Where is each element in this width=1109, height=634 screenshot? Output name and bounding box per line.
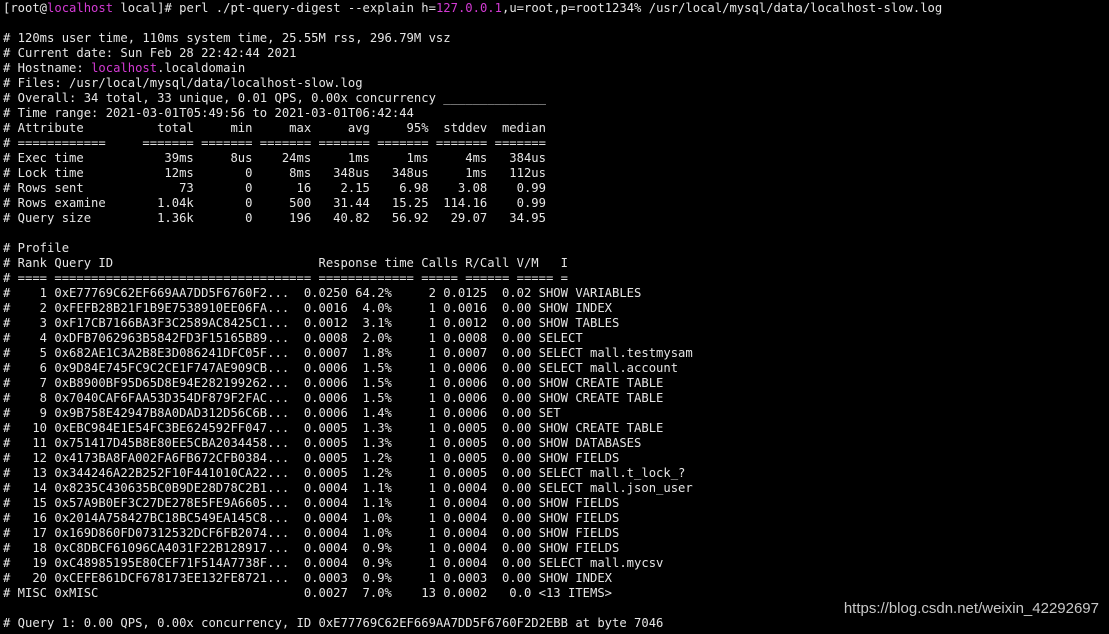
terminal-line: # 1 0xE77769C62EF669AA7DD5F6760F2... 0.0… <box>3 286 942 301</box>
line-text: # Rows examine 1.04k 0 500 31.44 15.25 1… <box>3 196 546 210</box>
terminal-output: [root@localhost local]# perl ./pt-query-… <box>3 1 942 631</box>
line-text: # 17 0x169D860FD07312532DCF6FB2074... 0.… <box>3 526 620 540</box>
terminal-line: # 19 0xC48985195E80CEF71F514A7738F... 0.… <box>3 556 942 571</box>
line-text: # 6 0x9D84E745FC9C2CE1F747AE909CB... 0.0… <box>3 361 679 375</box>
terminal-line: # 6 0x9D84E745FC9C2CE1F747AE909CB... 0.0… <box>3 361 942 376</box>
line-text: # Query 1: 0.00 QPS, 0.00x concurrency, … <box>3 616 664 630</box>
terminal-line: # 120ms user time, 110ms system time, 25… <box>3 31 942 46</box>
terminal-line: # 9 0x9B758E42947B8A0DAD312D56C6B... 0.0… <box>3 406 942 421</box>
terminal-line: # 17 0x169D860FD07312532DCF6FB2074... 0.… <box>3 526 942 541</box>
line-text: # Rows sent 73 0 16 2.15 6.98 3.08 0.99 <box>3 181 546 195</box>
line-text: # Lock time 12ms 0 8ms 348us 348us 1ms 1… <box>3 166 546 180</box>
line-text: ,u=root,p=root1234% /usr/local/mysql/dat… <box>501 1 943 15</box>
line-text: # 18 0xC8DBCF61096CA4031F22B128917... 0.… <box>3 541 620 555</box>
line-text: # Overall: 34 total, 33 unique, 0.01 QPS… <box>3 91 546 105</box>
line-text: # Hostname: <box>3 61 92 75</box>
terminal-line: # 15 0x57A9B0EF3C27DE278E5FE9A6605... 0.… <box>3 496 942 511</box>
terminal-line: # 5 0x682AE1C3A2B8E3D086241DFC05F... 0.0… <box>3 346 942 361</box>
terminal-line: # Rows examine 1.04k 0 500 31.44 15.25 1… <box>3 196 942 211</box>
line-text: # Attribute total min max avg 95% stddev… <box>3 121 546 135</box>
line-text: # 120ms user time, 110ms system time, 25… <box>3 31 451 45</box>
line-text: # Exec time 39ms 8us 24ms 1ms 1ms 4ms 38… <box>3 151 546 165</box>
terminal-line: # MISC 0xMISC 0.0027 7.0% 13 0.0002 0.0 … <box>3 586 942 601</box>
line-text: # MISC 0xMISC 0.0027 7.0% 13 0.0002 0.0 … <box>3 586 613 600</box>
terminal-line: # 3 0xF17CB7166BA3F3C2589AC8425C1... 0.0… <box>3 316 942 331</box>
line-text: .localdomain <box>157 61 246 75</box>
line-text: # 20 0xCEFE861DCF678173EE132FE8721... 0.… <box>3 571 613 585</box>
line-text: # Query size 1.36k 0 196 40.82 56.92 29.… <box>3 211 546 225</box>
terminal-line: # Overall: 34 total, 33 unique, 0.01 QPS… <box>3 91 942 106</box>
shell-command-line: [root@localhost local]# perl ./pt-query-… <box>3 1 942 16</box>
terminal-line: # 18 0xC8DBCF61096CA4031F22B128917... 0.… <box>3 541 942 556</box>
terminal-line: # Query 1: 0.00 QPS, 0.00x concurrency, … <box>3 616 942 631</box>
line-text: # ==== =================================… <box>3 271 568 285</box>
line-text: # 8 0x7040CAF6FAA53D354DF879F2FAC... 0.0… <box>3 391 664 405</box>
line-text: # 3 0xF17CB7166BA3F3C2589AC8425C1... 0.0… <box>3 316 620 330</box>
line-text: # 9 0x9B758E42947B8A0DAD312D56C6B... 0.0… <box>3 406 561 420</box>
line-text: # Profile <box>3 241 70 255</box>
terminal-line: # 13 0x344246A22B252F10F441010CA22... 0.… <box>3 466 942 481</box>
line-text: # 10 0xEBC984E1E54FC3BE624592FF047... 0.… <box>3 421 664 435</box>
line-text: # 1 0xE77769C62EF669AA7DD5F6760F2... 0.0… <box>3 286 642 300</box>
terminal-line: # Time range: 2021-03-01T05:49:56 to 202… <box>3 106 942 121</box>
line-text: local]# perl ./pt-query-digest --explain… <box>113 1 436 15</box>
terminal-line: # 20 0xCEFE861DCF678173EE132FE8721... 0.… <box>3 571 942 586</box>
terminal-window[interactable]: [root@localhost local]# perl ./pt-query-… <box>0 0 1109 634</box>
line-text: # 2 0xFEFB28B21F1B9E7538910EE06FA... 0.0… <box>3 301 613 315</box>
terminal-line: # 2 0xFEFB28B21F1B9E7538910EE06FA... 0.0… <box>3 301 942 316</box>
terminal-line: # 14 0x8235C430635BC0B9DE28D78C2B1... 0.… <box>3 481 942 496</box>
terminal-line: # Current date: Sun Feb 28 22:42:44 2021 <box>3 46 942 61</box>
line-text: # Time range: 2021-03-01T05:49:56 to 202… <box>3 106 414 120</box>
terminal-line: # 16 0x2014A758427BC18BC549EA145C8... 0.… <box>3 511 942 526</box>
line-text: # 19 0xC48985195E80CEF71F514A7738F... 0.… <box>3 556 664 570</box>
terminal-line: # Attribute total min max avg 95% stddev… <box>3 121 942 136</box>
terminal-line: # Profile <box>3 241 942 256</box>
terminal-line: # 12 0x4173BA8FA002FA6FB672CFB0384... 0.… <box>3 451 942 466</box>
terminal-line: # Query size 1.36k 0 196 40.82 56.92 29.… <box>3 211 942 226</box>
terminal-line: # 4 0xDFB7062963B5842FD3F15165B89... 0.0… <box>3 331 942 346</box>
terminal-line: # Rows sent 73 0 16 2.15 6.98 3.08 0.99 <box>3 181 942 196</box>
line-text: # 14 0x8235C430635BC0B9DE28D78C2B1... 0.… <box>3 481 693 495</box>
terminal-line: # Rank Query ID Response time Calls R/Ca… <box>3 256 942 271</box>
terminal-line: # 11 0x751417D45B8E80EE5CBA2034458... 0.… <box>3 436 942 451</box>
line-text: # 16 0x2014A758427BC18BC549EA145C8... 0.… <box>3 511 620 525</box>
terminal-line: # Lock time 12ms 0 8ms 348us 348us 1ms 1… <box>3 166 942 181</box>
terminal-line: # 10 0xEBC984E1E54FC3BE624592FF047... 0.… <box>3 421 942 436</box>
terminal-line: # 8 0x7040CAF6FAA53D354DF879F2FAC... 0.0… <box>3 391 942 406</box>
highlighted-text: 127.0.0.1 <box>435 1 502 15</box>
line-text: [root@ <box>3 1 48 15</box>
line-text: # 11 0x751417D45B8E80EE5CBA2034458... 0.… <box>3 436 642 450</box>
terminal-line: # Files: /usr/local/mysql/data/localhost… <box>3 76 942 91</box>
line-text: # ============ ======= ======= ======= =… <box>3 136 546 150</box>
terminal-line: # Exec time 39ms 8us 24ms 1ms 1ms 4ms 38… <box>3 151 942 166</box>
line-text: # 15 0x57A9B0EF3C27DE278E5FE9A6605... 0.… <box>3 496 620 510</box>
line-text: # 13 0x344246A22B252F10F441010CA22... 0.… <box>3 466 686 480</box>
watermark-url: https://blog.csdn.net/weixin_42292697 <box>843 600 1099 617</box>
terminal-line: # ============ ======= ======= ======= =… <box>3 136 942 151</box>
highlighted-text: localhost <box>47 1 114 15</box>
terminal-line: # ==== =================================… <box>3 271 942 286</box>
line-text: # 7 0xB8900BF95D65D8E94E282199262... 0.0… <box>3 376 664 390</box>
line-text: # Rank Query ID Response time Calls R/Ca… <box>3 256 568 270</box>
line-text: # 5 0x682AE1C3A2B8E3D086241DFC05F... 0.0… <box>3 346 693 360</box>
line-text: # 4 0xDFB7062963B5842FD3F15165B89... 0.0… <box>3 331 583 345</box>
line-text: # 12 0x4173BA8FA002FA6FB672CFB0384... 0.… <box>3 451 620 465</box>
highlighted-text: localhost <box>91 61 158 75</box>
terminal-line: # Hostname: localhost.localdomain <box>3 61 942 76</box>
line-text: # Files: /usr/local/mysql/data/localhost… <box>3 76 363 90</box>
terminal-line: # 7 0xB8900BF95D65D8E94E282199262... 0.0… <box>3 376 942 391</box>
line-text: # Current date: Sun Feb 28 22:42:44 2021 <box>3 46 297 60</box>
